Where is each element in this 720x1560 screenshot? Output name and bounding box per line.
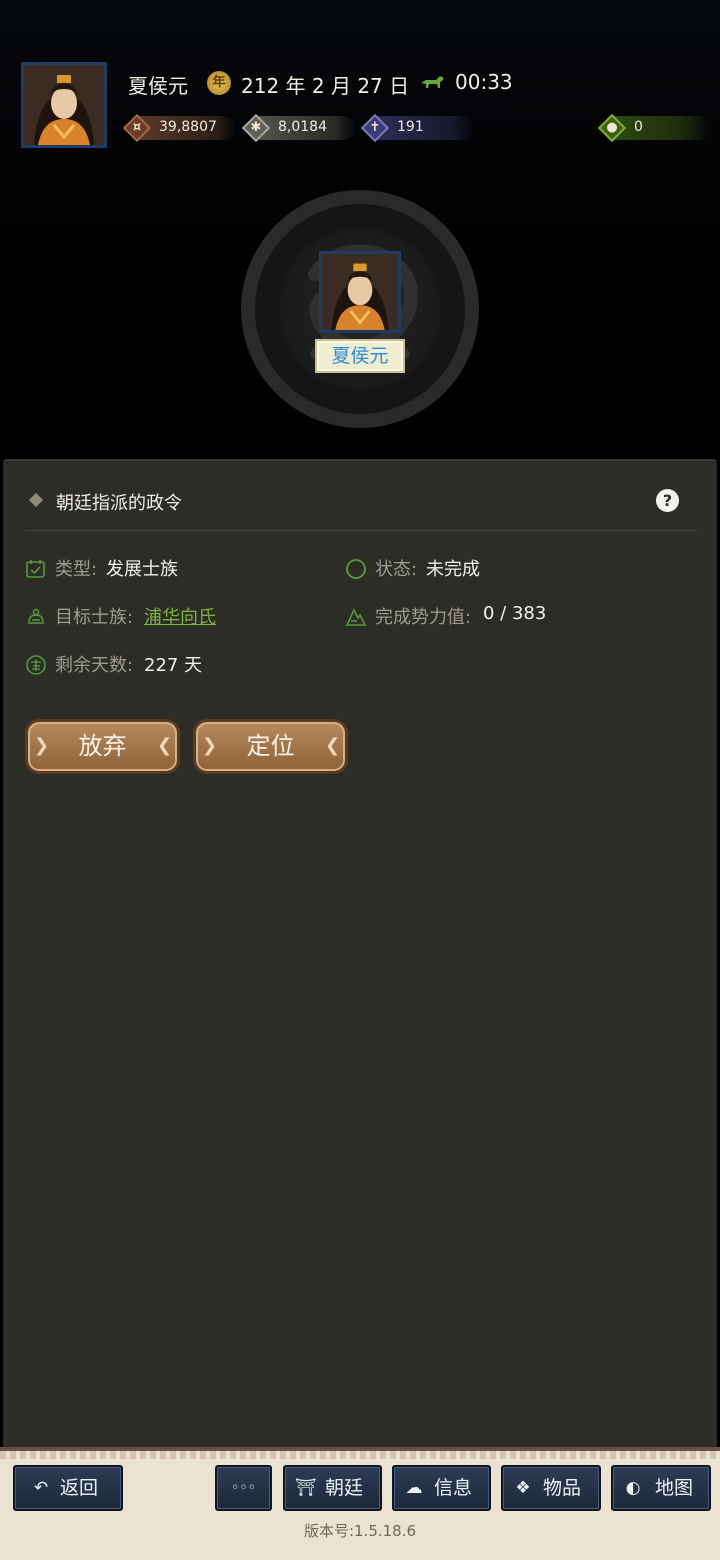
target-clan-field: 目标士族: 浦华向氏 [25, 603, 325, 629]
abandon-button[interactable]: ❯ 放弃 ❮ [25, 719, 180, 774]
items-label: 物品 [543, 1477, 582, 1499]
items-button[interactable]: ❖ 物品 [501, 1465, 601, 1511]
court-label: 朝廷 [325, 1477, 364, 1499]
money-bag-value: 0 [634, 119, 643, 135]
help-button[interactable]: ? [656, 489, 679, 512]
year-seal-icon [26, 655, 46, 675]
progress-label: 完成势力值: [375, 607, 472, 628]
chevron-right-icon: ❯ [34, 735, 50, 756]
grain-icon: ✱ [241, 113, 271, 143]
coins-value: 39,8807 [159, 119, 217, 135]
more-dots-icon: ◦◦◦ [231, 1480, 256, 1496]
status-value: 未完成 [426, 559, 480, 580]
circle-status-icon [346, 559, 366, 579]
panel-header: 朝廷指派的政令 ? [25, 461, 697, 531]
officer-avatar[interactable] [319, 251, 401, 333]
info-label: 信息 [434, 1477, 473, 1499]
decorative-stripe [0, 1451, 720, 1459]
remaining-days-field: 剩余天数: 227 天 [25, 651, 325, 677]
status-field: 状态: 未完成 [345, 555, 645, 581]
back-arrow-icon: ↶ [33, 1478, 49, 1498]
calendar-icon: 年 [207, 71, 231, 95]
officer-portrait-image [322, 254, 398, 330]
version-text: 版本号:1.5.18.6 [303, 1522, 417, 1540]
chevron-right-icon: ❯ [202, 735, 218, 756]
locate-button-label: 定位 [246, 732, 295, 760]
diamond-bullet-icon [28, 492, 44, 508]
chevron-left-icon: ❮ [325, 735, 341, 756]
horse-icon [421, 76, 444, 88]
officer-name-tag[interactable]: 夏侯元 [315, 339, 405, 373]
bottom-bar: ↶ 返回 ◦◦◦ ⛩ 朝廷 ☁ 信息 ❖ 物品 ◐ 地图 版本号:1.5.18.… [0, 1447, 720, 1560]
chat-bubble-icon: ☁ [405, 1478, 423, 1498]
globe-icon: ◐ [625, 1478, 641, 1498]
palace-icon: ⛩ [295, 1478, 317, 1498]
clan-icon [28, 608, 44, 624]
player-avatar[interactable] [21, 62, 107, 148]
abandon-button-label: 放弃 [78, 732, 127, 760]
remaining-days-value: 227 天 [144, 655, 203, 676]
map-label: 地图 [655, 1477, 694, 1499]
money-bag-resource[interactable]: ● 0 [597, 113, 712, 143]
info-button[interactable]: ☁ 信息 [392, 1465, 491, 1511]
more-button[interactable]: ◦◦◦ [215, 1465, 272, 1511]
locate-button[interactable]: ❯ 定位 ❮ [193, 719, 348, 774]
panel-title: 朝廷指派的政令 [56, 493, 182, 514]
player-name: 夏侯元 [128, 74, 188, 98]
mountain-icon [345, 608, 367, 626]
game-time: 00:33 [455, 70, 513, 94]
map-button[interactable]: ◐ 地图 [611, 1465, 711, 1511]
decree-panel: 朝廷指派的政令 ? 类型: 发展士族 状态: 未完成 目标士族: 浦华向氏 完成… [3, 459, 717, 1449]
coins-resource[interactable]: ¤ 39,8807 [122, 113, 237, 143]
back-button[interactable]: ↶ 返回 [13, 1465, 123, 1511]
soldier-value: 191 [397, 119, 424, 135]
checklist-icon [26, 560, 45, 578]
status-label: 状态: [375, 559, 418, 580]
target-clan-label: 目标士族: [55, 607, 134, 628]
chevron-left-icon: ❮ [157, 735, 173, 756]
progress-value: 0 / 383 [483, 603, 547, 624]
type-field: 类型: 发展士族 [25, 555, 325, 581]
portrait-image [24, 65, 104, 145]
header-area: 夏侯元 年 212 年 2 月 27 日 00:33 ¤ 39,8807 ✱ 8… [0, 0, 720, 460]
type-label: 类型: [55, 559, 98, 580]
remaining-days-label: 剩余天数: [55, 655, 134, 676]
soldier-icon: ✝ [360, 113, 390, 143]
soldier-resource[interactable]: ✝ 191 [360, 113, 475, 143]
back-label: 返回 [60, 1477, 99, 1499]
type-value: 发展士族 [106, 559, 178, 580]
game-date: 212 年 2 月 27 日 [241, 74, 410, 98]
money-bag-icon: ● [597, 113, 627, 143]
court-button[interactable]: ⛩ 朝廷 [283, 1465, 382, 1511]
items-icon: ❖ [515, 1478, 531, 1498]
grain-resource[interactable]: ✱ 8,0184 [241, 113, 356, 143]
grain-value: 8,0184 [278, 119, 327, 135]
target-clan-link[interactable]: 浦华向氏 [144, 603, 216, 629]
progress-field: 完成势力值: 0 / 383 [345, 603, 685, 629]
coins-icon: ¤ [122, 113, 152, 143]
